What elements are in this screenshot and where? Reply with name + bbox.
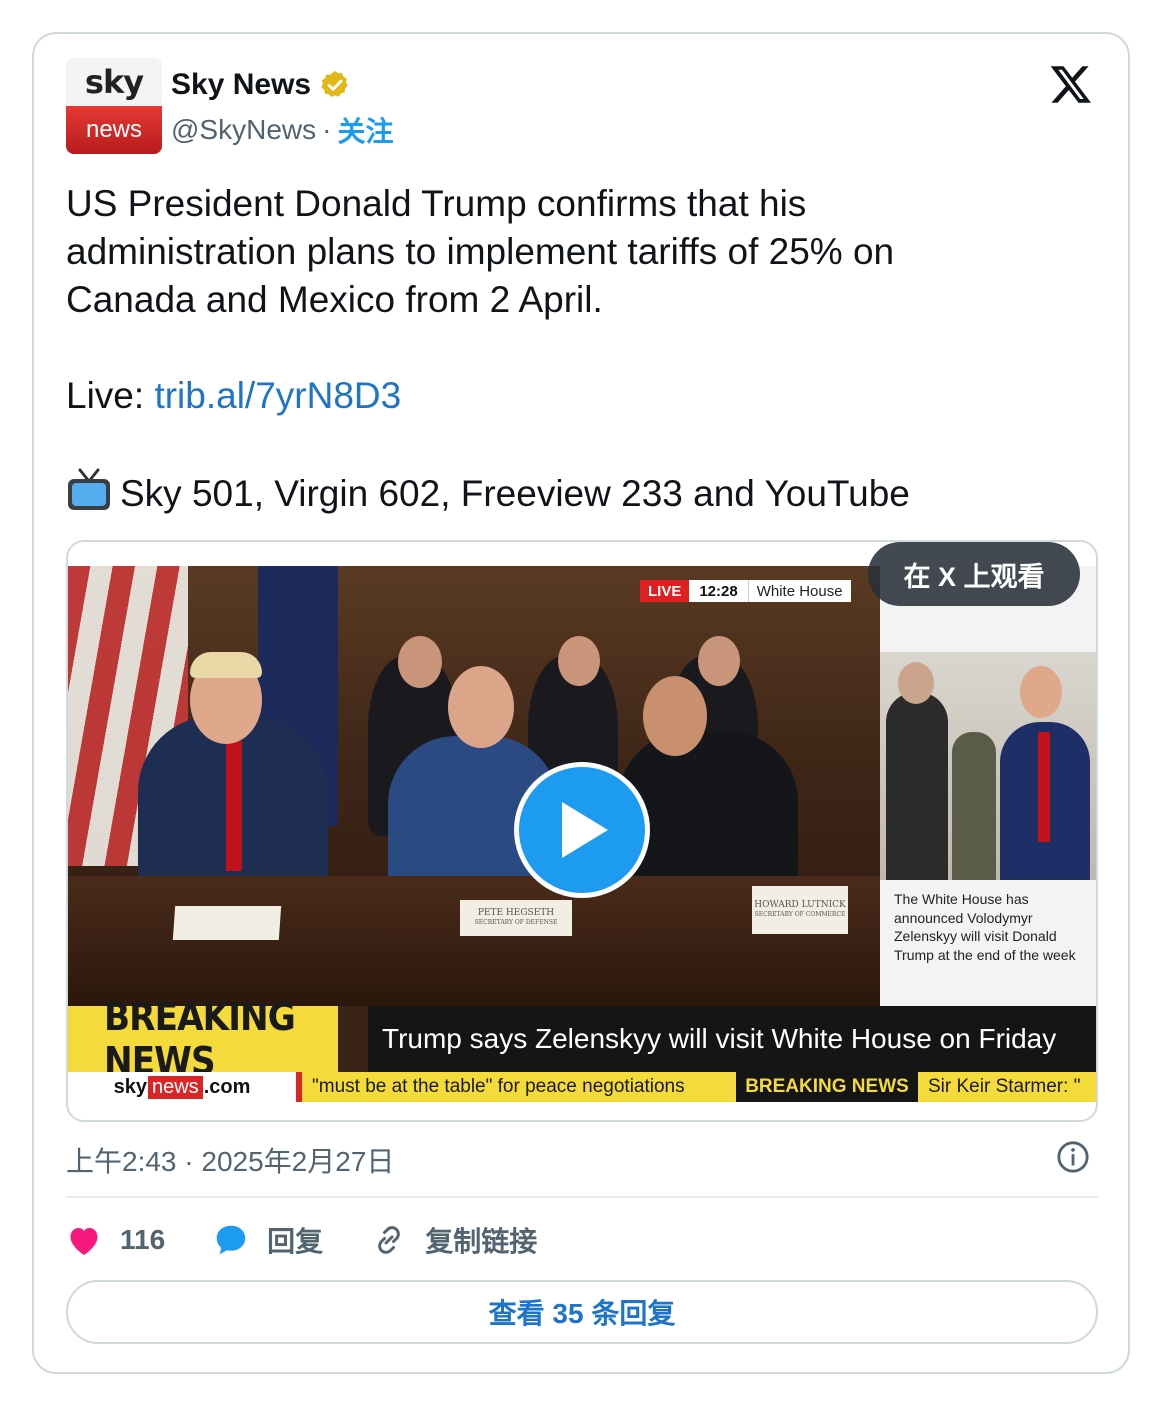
ticker-brand-news: news bbox=[147, 1075, 203, 1099]
side-panel: The White House has announced Volodymyr … bbox=[880, 566, 1096, 1006]
person-figure bbox=[886, 692, 948, 880]
live-bar: LIVE 12:28 White House bbox=[640, 580, 851, 602]
person-head bbox=[698, 636, 740, 686]
like-count: 116 bbox=[120, 1224, 166, 1255]
ticker-brand-sky: sky bbox=[113, 1075, 147, 1098]
x-logo-icon[interactable] bbox=[1048, 62, 1094, 106]
person-figure bbox=[952, 732, 996, 880]
view-replies-button[interactable]: 查看 35 条回复 bbox=[66, 1280, 1098, 1344]
channels-line: Sky 501, Virgin 602, Freeview 233 and Yo… bbox=[66, 468, 1066, 518]
watch-on-x-button[interactable]: 在 X 上观看 bbox=[868, 542, 1080, 606]
divider bbox=[66, 1196, 1098, 1198]
live-location: White House bbox=[748, 580, 851, 602]
nameplate-hegseth: PETE HEGSETH SECRETARY OF DEFENSE bbox=[460, 900, 572, 936]
tweet-timestamp[interactable]: 上午2:43 · 2025年2月27日 bbox=[66, 1140, 394, 1180]
live-line: Live: trib.al/7yrN8D3 bbox=[66, 372, 1066, 420]
person-head bbox=[898, 662, 934, 704]
reply-bubble-icon bbox=[216, 1225, 246, 1255]
nameplate-text: HOWARD LUTNICK bbox=[754, 900, 846, 910]
channels-text: Sky 501, Virgin 602, Freeview 233 and Yo… bbox=[120, 473, 910, 514]
breaking-news-bar: BREAKING NEWS Trump says Zelenskyy will … bbox=[68, 995, 1096, 1083]
nameplate-subtext: SECRETARY OF DEFENSE bbox=[474, 919, 558, 926]
red-tie bbox=[226, 741, 242, 871]
live-tag: LIVE bbox=[640, 580, 690, 602]
tweet-line: US President Donald Trump confirms that … bbox=[66, 183, 807, 224]
news-ticker: sky news .com "must be at the table" for… bbox=[68, 1072, 1096, 1102]
ticker-next: Sir Keir Starmer: " bbox=[918, 1072, 1096, 1102]
person-head bbox=[398, 636, 442, 688]
heart-icon bbox=[70, 1228, 98, 1255]
person-head bbox=[448, 666, 514, 748]
account-name-row: Sky News bbox=[171, 68, 351, 102]
copy-link-label: 复制链接 bbox=[425, 1226, 538, 1257]
ticker-brand: sky news .com bbox=[68, 1075, 296, 1099]
account-handle[interactable]: @SkyNews bbox=[171, 114, 316, 146]
breaking-headline: Trump says Zelenskyy will visit White Ho… bbox=[368, 1006, 1096, 1072]
live-link[interactable]: trib.al/7yrN8D3 bbox=[154, 375, 401, 416]
nameplate-text: PETE HEGSETH bbox=[477, 908, 555, 918]
reply-label: 回复 bbox=[267, 1226, 324, 1257]
play-button[interactable] bbox=[514, 762, 650, 898]
nameplate-subtext: SECRETARY OF COMMERCE bbox=[754, 911, 846, 918]
link-icon bbox=[378, 1226, 400, 1254]
side-photo bbox=[880, 652, 1096, 880]
avatar[interactable]: sky news bbox=[66, 58, 162, 154]
nameplate-lutnick: HOWARD LUTNICK SECRETARY OF COMMERCE bbox=[752, 886, 848, 934]
tv-icon bbox=[68, 468, 110, 510]
red-tie bbox=[1038, 732, 1050, 842]
tweet-text: US President Donald Trump confirms that … bbox=[66, 180, 1066, 518]
nameplate-blank bbox=[172, 906, 282, 940]
side-caption: The White House has announced Volodymyr … bbox=[894, 891, 1076, 963]
copy-link-button[interactable]: 复制链接 bbox=[371, 1220, 537, 1260]
verified-badge-icon bbox=[321, 71, 348, 97]
ticker-brand-com: .com bbox=[203, 1075, 251, 1098]
handle-row: @SkyNews · 关注 bbox=[171, 110, 393, 150]
breaking-label: BREAKING NEWS bbox=[68, 995, 338, 1083]
video-scene: PETE HEGSETH SECRETARY OF DEFENSE HOWARD… bbox=[68, 566, 880, 1006]
action-bar: 116 回复 复制链接 bbox=[66, 1220, 585, 1260]
person-head bbox=[643, 676, 707, 756]
live-prefix: Live: bbox=[66, 375, 155, 416]
separator-dot: · bbox=[322, 114, 332, 145]
person-head bbox=[558, 636, 600, 686]
reply-button[interactable]: 回复 bbox=[213, 1220, 323, 1260]
tweet-line: administration plans to implement tariff… bbox=[66, 231, 895, 272]
tweet-card: sky news Sky News @SkyNews · 关注 US Presi… bbox=[32, 32, 1130, 1374]
ticker-breaking: BREAKING NEWS bbox=[736, 1072, 918, 1102]
person-head bbox=[1020, 666, 1062, 718]
follow-button[interactable]: 关注 bbox=[337, 110, 393, 150]
tweet-line: Canada and Mexico from 2 April. bbox=[66, 279, 603, 320]
account-name[interactable]: Sky News bbox=[171, 68, 311, 102]
ticker-message: "must be at the table" for peace negotia… bbox=[296, 1072, 736, 1102]
info-icon[interactable] bbox=[1056, 1140, 1090, 1174]
avatar-logo-top: sky bbox=[66, 58, 162, 106]
live-time: 12:28 bbox=[689, 580, 749, 602]
avatar-logo-bottom: news bbox=[66, 106, 162, 154]
video-frame[interactable]: PETE HEGSETH SECRETARY OF DEFENSE HOWARD… bbox=[68, 566, 1096, 1102]
play-icon bbox=[562, 802, 608, 858]
video-card[interactable]: PETE HEGSETH SECRETARY OF DEFENSE HOWARD… bbox=[66, 540, 1098, 1122]
person-hair bbox=[190, 652, 262, 678]
like-button[interactable]: 116 bbox=[66, 1223, 165, 1257]
